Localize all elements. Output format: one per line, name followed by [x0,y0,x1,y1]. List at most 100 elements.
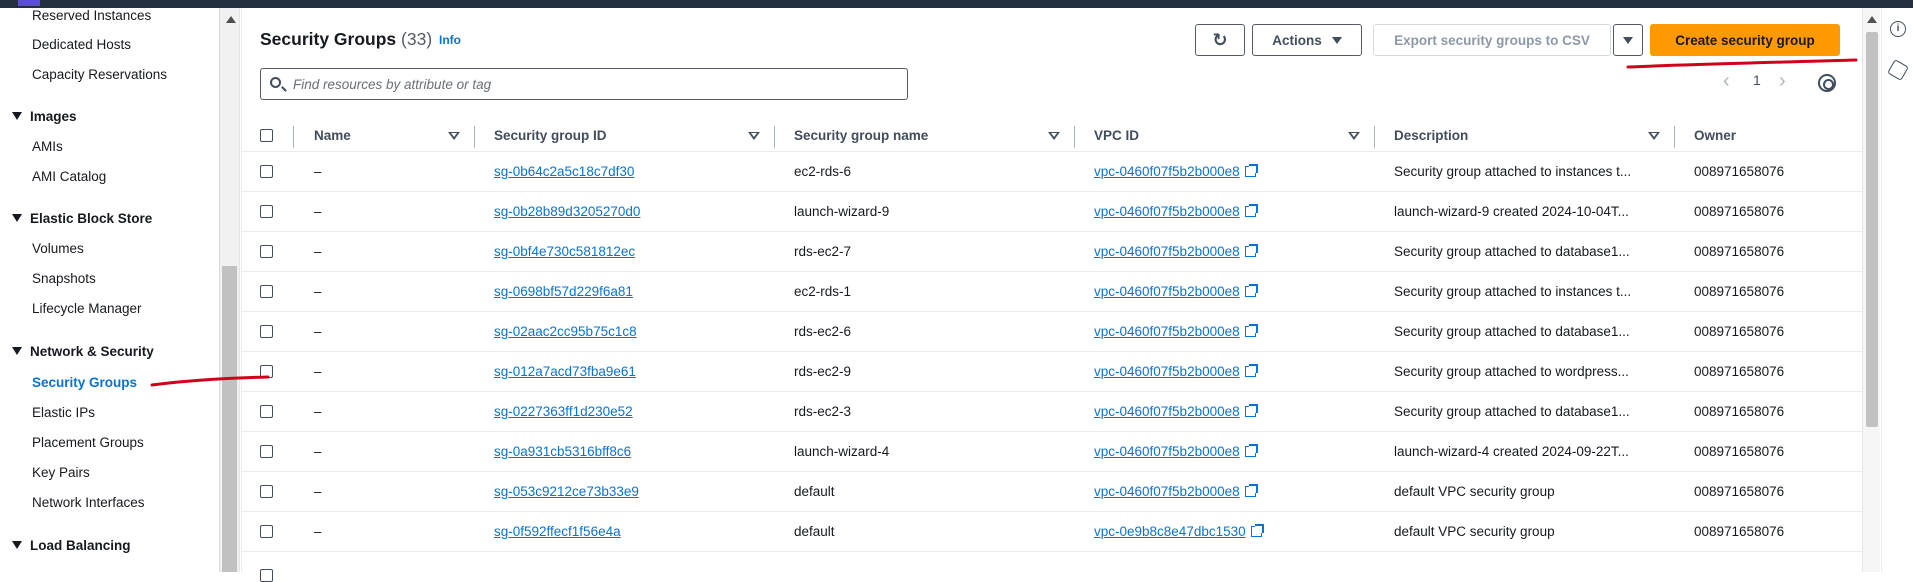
row-checkbox[interactable] [260,365,273,378]
row-checkbox[interactable] [260,569,273,582]
column-divider[interactable] [474,126,475,148]
table-row[interactable]: – sg-0bf4e730c581812ec rds-ec2-7 vpc-0460f0… [242,232,1862,272]
external-link-icon[interactable] [1244,164,1258,177]
sort-icon[interactable] [448,132,460,140]
cell-vpc-id[interactable]: vpc-0460f07f5b2b000e8 [1094,444,1258,459]
cell-security-group-id-text[interactable]: sg-0b64c2a5c18c7df30 [494,164,634,179]
external-link-icon[interactable] [1244,204,1258,217]
cell-security-group-id[interactable]: sg-02aac2cc95b75c1c8 [494,324,637,339]
table-row[interactable]: – sg-053c9212ce73b33e9 default vpc-0460f07f… [242,472,1862,512]
sort-icon[interactable] [1048,132,1060,140]
row-checkbox[interactable] [260,325,273,338]
column-divider[interactable] [1674,126,1675,148]
external-link-icon[interactable] [1244,364,1258,377]
sidebar-section-elastic-block-store[interactable]: Elastic Block Store [12,211,152,226]
main-scroll-thumb[interactable] [1866,32,1878,427]
sidebar-section-network-security[interactable]: Network & Security [12,344,154,359]
column-header-name[interactable]: Name [314,128,351,143]
cell-security-group-id[interactable]: sg-0b28b89d3205270d0 [494,204,640,219]
export-options-dropdown[interactable] [1613,24,1643,56]
gear-icon[interactable] [1818,74,1836,92]
row-checkbox[interactable] [260,285,273,298]
cell-vpc-id[interactable]: vpc-0460f07f5b2b000e8 [1094,204,1258,219]
select-all-checkbox[interactable] [260,129,273,142]
sort-icon[interactable] [1348,132,1360,140]
cell-vpc-id[interactable]: vpc-0460f07f5b2b000e8 [1094,484,1258,499]
row-checkbox[interactable] [260,405,273,418]
actions-button[interactable]: Actions [1252,24,1362,56]
cell-vpc-id-text[interactable]: vpc-0460f07f5b2b000e8 [1094,204,1240,219]
external-link-icon[interactable] [1244,244,1258,257]
cell-vpc-id-text[interactable]: vpc-0460f07f5b2b000e8 [1094,404,1240,419]
sidebar-section-load-balancing[interactable]: Load Balancing [12,538,131,553]
sidebar-scrollbar[interactable] [220,8,240,572]
column-divider[interactable] [774,126,775,148]
sidebar-item-lifecycle-manager[interactable]: Lifecycle Manager [32,301,142,316]
sidebar-item-reserved-instances[interactable]: Reserved Instances [32,8,151,23]
export-csv-button[interactable]: Export security groups to CSV [1373,24,1611,56]
current-page-number[interactable]: 1 [1753,72,1761,88]
cell-security-group-id-text[interactable]: sg-0227363ff1d230e52 [494,404,633,419]
column-divider[interactable] [1074,126,1075,148]
next-page-icon[interactable]: › [1779,70,1786,93]
cell-vpc-id[interactable]: vpc-0e9b8c8e47dbc1530 [1094,524,1264,539]
cell-vpc-id-text[interactable]: vpc-0460f07f5b2b000e8 [1094,324,1240,339]
row-checkbox[interactable] [260,205,273,218]
cell-vpc-id[interactable]: vpc-0460f07f5b2b000e8 [1094,284,1258,299]
sort-icon[interactable] [748,132,760,140]
table-row[interactable]: – sg-0f592ffecf1f56e4a default vpc-0e9b8c8e… [242,512,1862,552]
cell-vpc-id-text[interactable]: vpc-0460f07f5b2b000e8 [1094,164,1240,179]
cell-security-group-id[interactable]: sg-0a931cb5316bff8c6 [494,444,631,459]
info-icon[interactable]: i [1890,21,1906,37]
cell-security-group-id-text[interactable]: sg-0b28b89d3205270d0 [494,204,640,219]
external-link-icon[interactable] [1250,524,1264,537]
cell-security-group-id[interactable]: sg-0698bf57d229f6a81 [494,284,633,299]
cell-security-group-id[interactable]: sg-0bf4e730c581812ec [494,244,635,259]
sidebar-item-ami-catalog[interactable]: AMI Catalog [32,169,106,184]
scroll-up-arrow-icon[interactable] [226,16,236,23]
cell-vpc-id-text[interactable]: vpc-0460f07f5b2b000e8 [1094,244,1240,259]
create-security-group-button[interactable]: Create security group [1650,24,1840,56]
column-header-description[interactable]: Description [1394,128,1468,143]
sidebar-item-security-groups[interactable]: Security Groups [32,375,137,390]
service-icon[interactable] [18,0,40,6]
cell-security-group-id[interactable]: sg-0b64c2a5c18c7df30 [494,164,634,179]
settings-hex-icon[interactable] [1887,59,1909,81]
cell-security-group-id-text[interactable]: sg-0698bf57d229f6a81 [494,284,633,299]
cell-vpc-id-text[interactable]: vpc-0e9b8c8e47dbc1530 [1094,524,1246,539]
table-row-partial[interactable] [242,552,1862,582]
external-link-icon[interactable] [1244,444,1258,457]
sidebar-item-snapshots[interactable]: Snapshots [32,271,96,286]
table-row[interactable]: – sg-0a931cb5316bff8c6 launch-wizard-4 vpc-… [242,432,1862,472]
table-row[interactable]: – sg-02aac2cc95b75c1c8 rds-ec2-6 vpc-0460f0… [242,312,1862,352]
table-row[interactable]: – sg-0b28b89d3205270d0 launch-wizard-9 vpc-… [242,192,1862,232]
sidebar-scroll-thumb[interactable] [222,266,237,572]
cell-vpc-id[interactable]: vpc-0460f07f5b2b000e8 [1094,324,1258,339]
previous-page-icon[interactable]: ‹ [1723,70,1730,93]
row-checkbox[interactable] [260,245,273,258]
cell-vpc-id-text[interactable]: vpc-0460f07f5b2b000e8 [1094,364,1240,379]
cell-security-group-id-text[interactable]: sg-02aac2cc95b75c1c8 [494,324,637,339]
search-input[interactable]: Find resources by attribute or tag [260,68,908,100]
column-header-vpc-id[interactable]: VPC ID [1094,128,1139,143]
column-header-owner[interactable]: Owner [1694,128,1736,143]
row-checkbox[interactable] [260,445,273,458]
cell-security-group-id-text[interactable]: sg-012a7acd73fba9e61 [494,364,636,379]
table-row[interactable]: – sg-012a7acd73fba9e61 rds-ec2-9 vpc-0460f0… [242,352,1862,392]
table-row[interactable]: – sg-0b64c2a5c18c7df30 ec2-rds-6 vpc-0460f0… [242,152,1862,192]
cell-security-group-id[interactable]: sg-0f592ffecf1f56e4a [494,524,621,539]
cell-security-group-id[interactable]: sg-012a7acd73fba9e61 [494,364,636,379]
main-scrollbar[interactable] [1862,8,1880,572]
column-header-security-group-name[interactable]: Security group name [794,128,928,143]
row-checkbox[interactable] [260,525,273,538]
cell-security-group-id-text[interactable]: sg-0a931cb5316bff8c6 [494,444,631,459]
table-row[interactable]: – sg-0227363ff1d230e52 rds-ec2-3 vpc-0460f0… [242,392,1862,432]
column-divider[interactable] [293,126,294,148]
cell-vpc-id[interactable]: vpc-0460f07f5b2b000e8 [1094,404,1258,419]
sort-icon[interactable] [1648,132,1660,140]
cell-security-group-id-text[interactable]: sg-0f592ffecf1f56e4a [494,524,621,539]
sidebar-item-dedicated-hosts[interactable]: Dedicated Hosts [32,37,131,52]
external-link-icon[interactable] [1244,484,1258,497]
scroll-up-arrow-icon[interactable] [1867,16,1877,23]
external-link-icon[interactable] [1244,284,1258,297]
